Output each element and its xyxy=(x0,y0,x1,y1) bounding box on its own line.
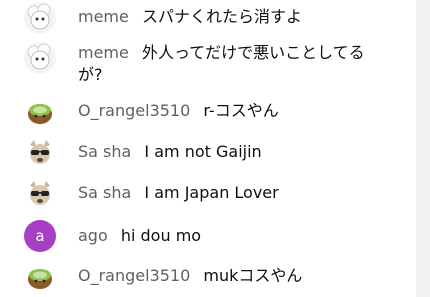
message-text: hi dou mo xyxy=(120,226,202,245)
chat-message: Sa sha I am not Gaijin xyxy=(0,137,416,173)
message-author[interactable]: meme xyxy=(78,43,129,62)
dog-sunglasses-avatar[interactable] xyxy=(24,178,56,210)
chat-message: a ago hi dou mo xyxy=(0,219,416,255)
white-fluffy-avatar[interactable] xyxy=(24,42,56,74)
message-author[interactable]: ago xyxy=(78,226,108,245)
message-author[interactable]: Sa sha xyxy=(78,142,131,161)
message-author[interactable]: O_rangel3510 xyxy=(78,101,190,120)
chat-message: meme スパナくれたら消すよ xyxy=(0,0,416,36)
chat-message: meme 外人ってだけで悪いことしてるが? xyxy=(0,40,416,88)
message-text: r-コスやん xyxy=(203,101,279,120)
kiwi-avatar[interactable] xyxy=(24,96,56,128)
dog-sunglasses-avatar[interactable] xyxy=(24,137,56,169)
message-text: I am Japan Lover xyxy=(144,183,279,202)
message-text: I am not Gaijin xyxy=(144,142,262,161)
message-author[interactable]: O_rangel3510 xyxy=(78,266,190,285)
message-text: mukコスやん xyxy=(203,266,303,285)
chat-message: Sa sha I am Japan Lover xyxy=(0,178,416,214)
message-text: スパナくれたら消すよ xyxy=(141,7,302,26)
chat-message: O_rangel3510 mukコスやん xyxy=(0,261,416,297)
message-author[interactable]: meme xyxy=(78,7,129,26)
message-author[interactable]: Sa sha xyxy=(78,183,131,202)
letter-avatar[interactable]: a xyxy=(24,220,56,252)
white-fluffy-avatar[interactable] xyxy=(24,2,56,34)
live-chat-list: meme スパナくれたら消すよ meme 外人ってだけで悪いことしてるが? O_… xyxy=(0,0,416,297)
scrollbar[interactable] xyxy=(416,0,430,297)
chat-message: O_rangel3510 r-コスやん xyxy=(0,96,416,132)
kiwi-avatar[interactable] xyxy=(24,261,56,293)
